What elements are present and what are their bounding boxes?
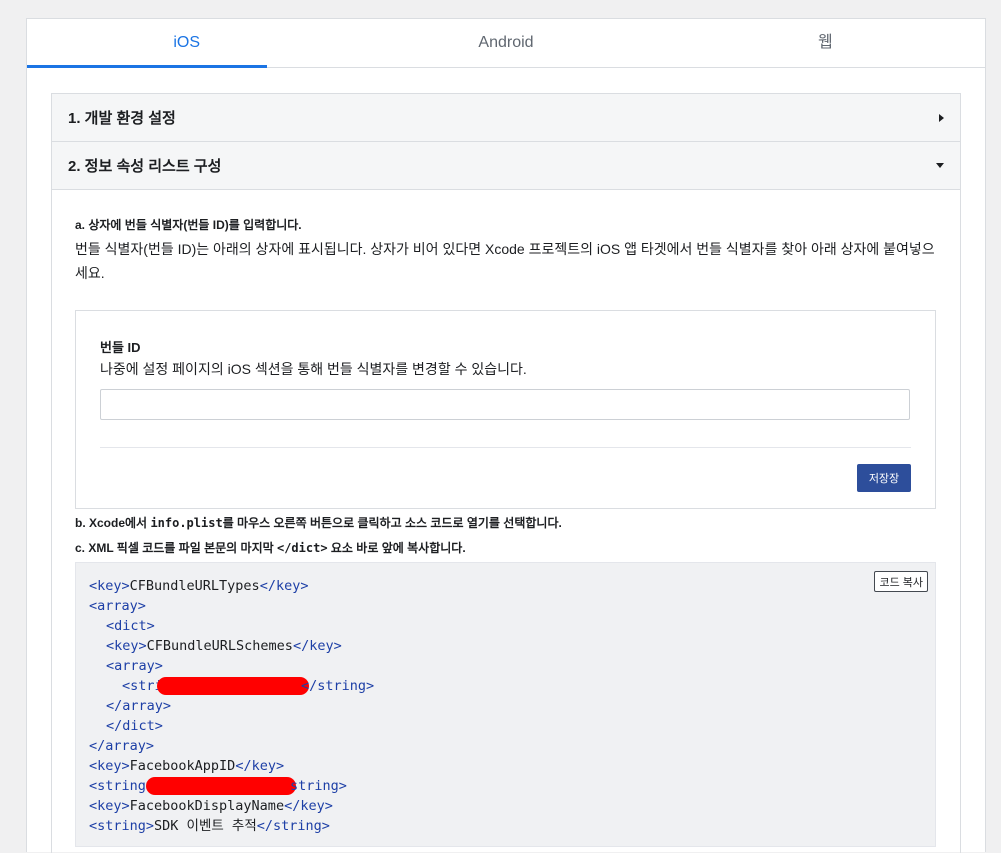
section-plist-body: a. 상자에 번들 식별자(번들 ID)를 입력합니다. 번들 식별자(번들 I… — [52, 216, 960, 847]
section-plist-title: 2. 정보 속성 리스트 구성 — [68, 158, 222, 175]
code-line: <string> </string> — [122, 677, 375, 695]
code-line: <string> string> — [89, 777, 347, 795]
tab-ios[interactable]: iOS — [27, 19, 346, 68]
setup-accordion: 1. 개발 환경 설정 2. 정보 속성 리스트 구성 a. 상자에 번들 식별… — [51, 93, 961, 853]
code-line: <key>CFBundleURLTypes</key> — [89, 578, 309, 594]
code-line: <string>SDK 이벤트 추적</string> — [89, 818, 330, 834]
step-c-title: c. XML 픽셀 코드를 파일 본문의 마지막 </dict> 요소 바로 앞… — [75, 539, 937, 557]
caret-right-icon — [939, 113, 944, 122]
code-line: <key>CFBundleURLSchemes</key> — [106, 638, 342, 654]
code-line: <array> — [89, 598, 146, 614]
bundle-id-panel: 번들 ID 나중에 설정 페이지의 iOS 섹션을 통해 번들 식별자를 변경할… — [75, 310, 936, 509]
step-a-title: a. 상자에 번들 식별자(번들 ID)를 입력합니다. — [75, 218, 302, 232]
step-c-suffix: 요소 바로 앞에 복사합니다. — [327, 541, 466, 555]
save-button[interactable]: 저장장 — [857, 464, 911, 492]
step-b-suffix: 를 마우스 오른쪽 버튼으로 클릭하고 소스 코드로 열기를 선택합니다. — [222, 516, 562, 530]
code-line: <dict> — [106, 618, 155, 634]
step-c-prefix: c. XML 픽셀 코드를 파일 본문의 마지막 — [75, 541, 277, 555]
copy-code-button[interactable]: 코드 복사 — [874, 571, 928, 592]
code-line: <key>FacebookAppID</key> — [89, 758, 285, 774]
code-line: </dict> — [106, 718, 163, 734]
bundle-id-input[interactable] — [100, 389, 910, 420]
code-line: </array> — [106, 698, 172, 714]
panel-divider — [100, 447, 911, 448]
code-line: <array> — [106, 658, 163, 674]
step-a-description: 번들 식별자(번들 ID)는 아래의 상자에 표시됩니다. 상자가 비어 있다면… — [75, 241, 935, 281]
step-b-code: info.plist — [150, 516, 223, 530]
code-line: <key>FacebookDisplayName</key> — [89, 798, 333, 814]
bundle-id-label: 번들 ID — [100, 340, 141, 355]
platform-card: iOS Android 웹 1. 개발 환경 설정 2. 정보 속성 리스트 구… — [26, 18, 986, 853]
caret-down-icon — [936, 163, 944, 168]
step-b-title: b. Xcode에서 info.plist를 마우스 오른쪽 버튼으로 클릭하고… — [75, 514, 937, 532]
section-dev-env-header[interactable]: 1. 개발 환경 설정 — [52, 94, 960, 142]
redaction-mark — [146, 777, 297, 795]
xml-code-block: 코드 복사 <key>CFBundleURLTypes</key> <array… — [75, 562, 936, 847]
bundle-id-hint: 나중에 설정 페이지의 iOS 섹션을 통해 번들 식별자를 변경할 수 있습니… — [100, 361, 527, 377]
redaction-mark — [157, 677, 310, 695]
code-line: </array> — [89, 738, 155, 754]
section-dev-env-title: 1. 개발 환경 설정 — [68, 110, 176, 127]
tab-android[interactable]: Android — [346, 19, 665, 67]
platform-tabs: iOS Android 웹 — [27, 19, 985, 68]
step-c-code: </dict> — [276, 541, 328, 555]
step-b-prefix: b. Xcode에서 — [75, 516, 151, 530]
section-plist-header[interactable]: 2. 정보 속성 리스트 구성 — [52, 142, 960, 190]
tab-web[interactable]: 웹 — [666, 19, 985, 67]
